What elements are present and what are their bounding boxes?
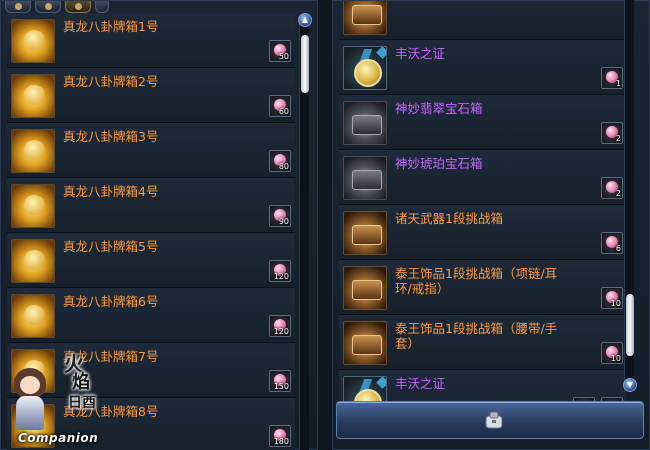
item-name: 丰沃之证	[395, 46, 446, 61]
list-item[interactable]: 丰沃之证 1	[339, 40, 627, 95]
reward-count: 90	[278, 217, 289, 226]
scroll-down-icon[interactable]: ▼	[623, 378, 637, 392]
chest-icon	[343, 101, 387, 145]
list-item[interactable]	[339, 1, 627, 40]
reward-count: 120	[273, 327, 289, 336]
chest-icon	[343, 1, 387, 35]
reward-count: 80	[278, 162, 289, 171]
right-item-list: 丰沃之证 1 神妙翡翠宝石箱 2 神妙琥珀宝石箱 2 诸天武器1段挑战箱 6 泰王饰品1段挑战箱…	[339, 1, 627, 425]
egg-icon	[15, 3, 22, 10]
item-name: 真龙八卦牌箱2号	[63, 74, 159, 89]
gold-box-icon	[11, 19, 55, 63]
reward-count: 50	[278, 52, 289, 61]
list-item[interactable]: 泰王饰品1段挑战箱（腰带/手套） 10	[339, 315, 627, 370]
corner-badge-icon	[376, 47, 386, 59]
bag-icon	[485, 411, 503, 429]
reward-count: 1	[615, 79, 621, 88]
list-item[interactable]: 真龙八卦牌箱5号 120	[7, 233, 295, 288]
list-item[interactable]: 真龙八卦牌箱2号 60	[7, 68, 295, 123]
reward-item-icon[interactable]: 6	[601, 232, 623, 254]
reward-item-icon[interactable]: 2	[601, 177, 623, 199]
tab-1[interactable]	[5, 1, 31, 13]
list-item[interactable]: 神妙翡翠宝石箱 2	[339, 95, 627, 150]
item-name: 真龙八卦牌箱3号	[63, 129, 159, 144]
list-item[interactable]: 真龙八卦牌箱3号 80	[7, 123, 295, 178]
companion-logo: 火 焰 日 酉 Companion	[2, 348, 112, 448]
chest-icon	[343, 321, 387, 365]
item-name: 诸天武器1段挑战箱	[395, 211, 503, 226]
logo-text: Companion	[18, 431, 99, 445]
collect-button[interactable]	[336, 401, 644, 439]
reward-item-icon[interactable]: 80	[269, 150, 291, 172]
medal-icon	[343, 46, 387, 90]
logo-glyph: 酉	[82, 395, 96, 411]
logo-glyph: 日	[68, 395, 82, 411]
right-scrollbar[interactable]: ▼	[623, 0, 637, 392]
reward-count: 60	[278, 107, 289, 116]
reward-item-icon[interactable]: 150	[269, 370, 291, 392]
corner-badge-icon	[376, 377, 386, 389]
logo-glyph: 焰	[72, 372, 90, 393]
egg-icon	[45, 3, 52, 10]
item-name: 真龙八卦牌箱6号	[63, 294, 159, 309]
scroll-up-icon[interactable]: ▲	[298, 13, 312, 27]
item-name: 真龙八卦牌箱4号	[63, 184, 159, 199]
chest-icon	[343, 156, 387, 200]
reward-item-icon[interactable]: 2	[601, 122, 623, 144]
companion-mascot-icon	[8, 368, 52, 432]
gold-box-icon	[11, 239, 55, 283]
reward-item-icon[interactable]: 90	[269, 205, 291, 227]
reward-item-icon[interactable]: 50	[269, 40, 291, 62]
category-tabs	[5, 1, 109, 13]
left-scrollbar[interactable]: ▲	[298, 13, 312, 450]
egg-icon	[75, 3, 82, 10]
reward-item-icon[interactable]: 10	[601, 342, 623, 364]
list-item[interactable]: 泰王饰品1段挑战箱（项链/耳环/戒指） 10	[339, 260, 627, 315]
item-name: 泰王饰品1段挑战箱（项链/耳环/戒指）	[395, 266, 558, 296]
item-name: 神妙琥珀宝石箱	[395, 156, 483, 171]
tab-3[interactable]	[65, 1, 91, 13]
reward-item-icon[interactable]: 120	[269, 315, 291, 337]
reward-count: 6	[615, 244, 621, 253]
gold-box-icon	[11, 129, 55, 173]
tab-4[interactable]	[95, 1, 109, 13]
list-item[interactable]: 真龙八卦牌箱6号 120	[7, 288, 295, 343]
item-name: 真龙八卦牌箱5号	[63, 239, 159, 254]
tab-2[interactable]	[35, 1, 61, 13]
reward-count: 10	[610, 299, 621, 308]
list-item[interactable]: 诸天武器1段挑战箱 6	[339, 205, 627, 260]
reward-count: 2	[615, 189, 621, 198]
reward-item-icon[interactable]: 10	[601, 287, 623, 309]
reward-item-icon[interactable]: 180	[269, 425, 291, 447]
scroll-thumb[interactable]	[301, 35, 309, 93]
reward-item-icon[interactable]: 60	[269, 95, 291, 117]
reward-count: 120	[273, 272, 289, 281]
list-item[interactable]: 真龙八卦牌箱4号 90	[7, 178, 295, 233]
gold-box-icon	[11, 294, 55, 338]
reward-count: 150	[273, 382, 289, 391]
reward-item-icon[interactable]: 1	[601, 67, 623, 89]
chest-icon	[343, 266, 387, 310]
item-name: 丰沃之证	[395, 376, 446, 391]
reward-count: 180	[273, 437, 289, 446]
list-item[interactable]: 真龙八卦牌箱1号 50	[7, 13, 295, 68]
item-name: 神妙翡翠宝石箱	[395, 101, 483, 116]
gold-box-icon	[11, 184, 55, 228]
item-name: 泰王饰品1段挑战箱（腰带/手套）	[395, 321, 558, 351]
gold-box-icon	[11, 74, 55, 118]
reward-count: 2	[615, 134, 621, 143]
list-item[interactable]: 神妙琥珀宝石箱 2	[339, 150, 627, 205]
reward-item-icon[interactable]: 120	[269, 260, 291, 282]
item-name: 真龙八卦牌箱1号	[63, 19, 159, 34]
chest-icon	[343, 211, 387, 255]
right-item-panel: 丰沃之证 1 神妙翡翠宝石箱 2 神妙琥珀宝石箱 2 诸天武器1段挑战箱 6 泰王饰品1段挑战箱…	[332, 0, 650, 450]
scroll-thumb[interactable]	[626, 294, 634, 356]
reward-count: 10	[610, 354, 621, 363]
